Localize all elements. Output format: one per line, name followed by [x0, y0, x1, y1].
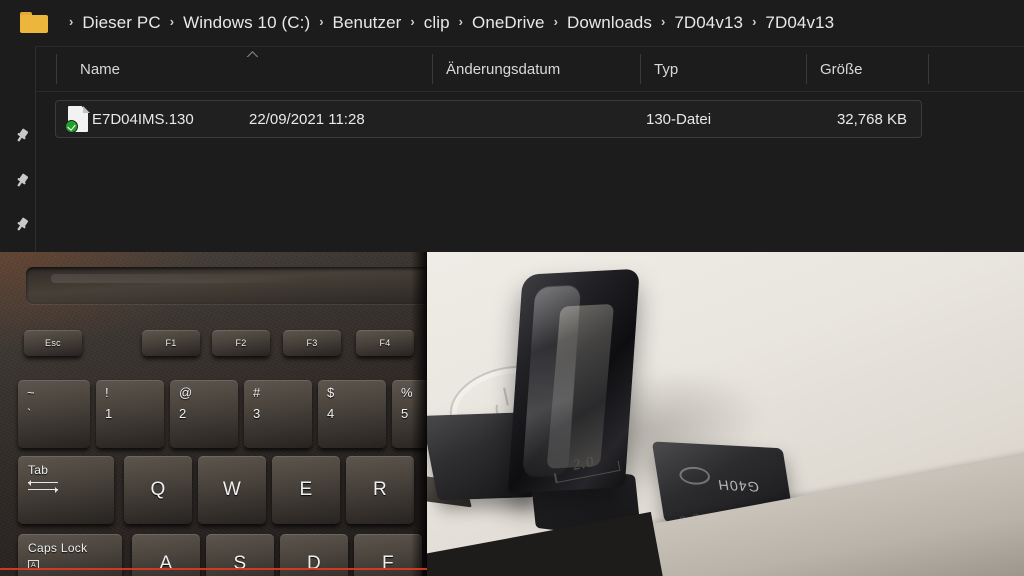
onedrive-available-offline-icon: [65, 120, 78, 133]
file-name: E7D04IMS.130: [92, 110, 194, 128]
pin-icon[interactable]: [11, 172, 31, 192]
breadcrumb-separator: ›: [410, 14, 415, 29]
key-f2: F2: [212, 330, 270, 356]
key-f1: F1: [142, 330, 200, 356]
key-e: E: [272, 456, 340, 524]
breadcrumb-separator: ›: [553, 14, 558, 29]
photo-edge-shadow: [411, 252, 427, 576]
chevron-up-icon: [246, 50, 259, 57]
breadcrumb-item-benutzer[interactable]: Benutzer: [333, 13, 402, 33]
column-divider[interactable]: [56, 54, 57, 84]
key-2: @ 2: [170, 380, 238, 448]
breadcrumb-separator: ›: [319, 14, 324, 29]
breadcrumb-item-dieser-pc[interactable]: Dieser PC: [82, 13, 160, 33]
file-date-modified: 22/09/2021 11:28: [249, 110, 365, 128]
accent-line: [0, 568, 427, 570]
breadcrumb-separator: ›: [69, 14, 74, 29]
table-row[interactable]: E7D04IMS.130 22/09/2021 11:28 130-Datei …: [55, 100, 922, 138]
breadcrumb: › Dieser PC › Windows 10 (C:) › Benutzer…: [60, 13, 834, 33]
file-explorer-window: › Dieser PC › Windows 10 (C:) › Benutzer…: [0, 0, 1024, 576]
usb-drive-center: [476, 263, 692, 541]
key-3: # 3: [244, 380, 312, 448]
laptop-hinge-bar: [26, 267, 427, 304]
key-esc: Esc: [24, 330, 82, 356]
header-bottom-divider: [0, 91, 1024, 92]
key-4: $ 4: [318, 380, 386, 448]
breadcrumb-separator: ›: [752, 14, 757, 29]
breadcrumb-separator: ›: [660, 14, 666, 29]
key-tilde: ~ `: [18, 380, 90, 448]
file-size: 32,768 KB: [836, 110, 907, 128]
tab-arrows-icon: [28, 479, 58, 493]
breadcrumb-item-onedrive[interactable]: OneDrive: [472, 13, 545, 33]
column-header-date-modified[interactable]: Änderungsdatum: [432, 46, 560, 92]
column-divider[interactable]: [928, 54, 929, 84]
breadcrumb-separator: ›: [169, 14, 175, 29]
key-w: W: [198, 456, 266, 524]
photo-usb-drives: G40H 2.0 3.0: [427, 252, 1024, 576]
breadcrumb-item-7d04v13[interactable]: 7D04v13: [674, 13, 743, 33]
key-1: ! 1: [96, 380, 164, 448]
rail-divider: [35, 46, 36, 252]
column-header-size[interactable]: Größe: [806, 46, 863, 92]
file-type: 130-Datei: [646, 110, 712, 128]
folder-icon: [20, 12, 48, 33]
breadcrumb-separator: ›: [458, 14, 463, 29]
key-f3: F3: [283, 330, 341, 356]
breadcrumb-item-7d04v13-sub[interactable]: 7D04v13: [765, 13, 834, 33]
key-tab: Tab: [18, 456, 114, 524]
file-document-icon: [65, 106, 90, 133]
column-header-name[interactable]: Name: [66, 46, 120, 92]
breadcrumb-item-downloads[interactable]: Downloads: [567, 13, 652, 33]
photo-strip: Esc F1 F2 F3 F4 ~ ` ! 1 @ 2 # 3 $ 4 % 5 …: [0, 252, 1024, 576]
key-r: R: [346, 456, 414, 524]
usb-brand-label: G40H: [716, 477, 761, 496]
pin-icon[interactable]: [11, 127, 31, 147]
column-header-type[interactable]: Typ: [640, 46, 678, 92]
breadcrumb-bar: › Dieser PC › Windows 10 (C:) › Benutzer…: [0, 0, 1024, 45]
column-header-row: Name Änderungsdatum Typ Größe: [0, 46, 1024, 92]
breadcrumb-item-clip[interactable]: clip: [424, 13, 450, 33]
pin-icon[interactable]: [11, 216, 31, 236]
breadcrumb-item-windows-10-c[interactable]: Windows 10 (C:): [183, 13, 310, 33]
key-f4: F4: [356, 330, 414, 356]
photo-keyboard-closeup: Esc F1 F2 F3 F4 ~ ` ! 1 @ 2 # 3 $ 4 % 5 …: [0, 252, 427, 576]
key-q: Q: [124, 456, 192, 524]
